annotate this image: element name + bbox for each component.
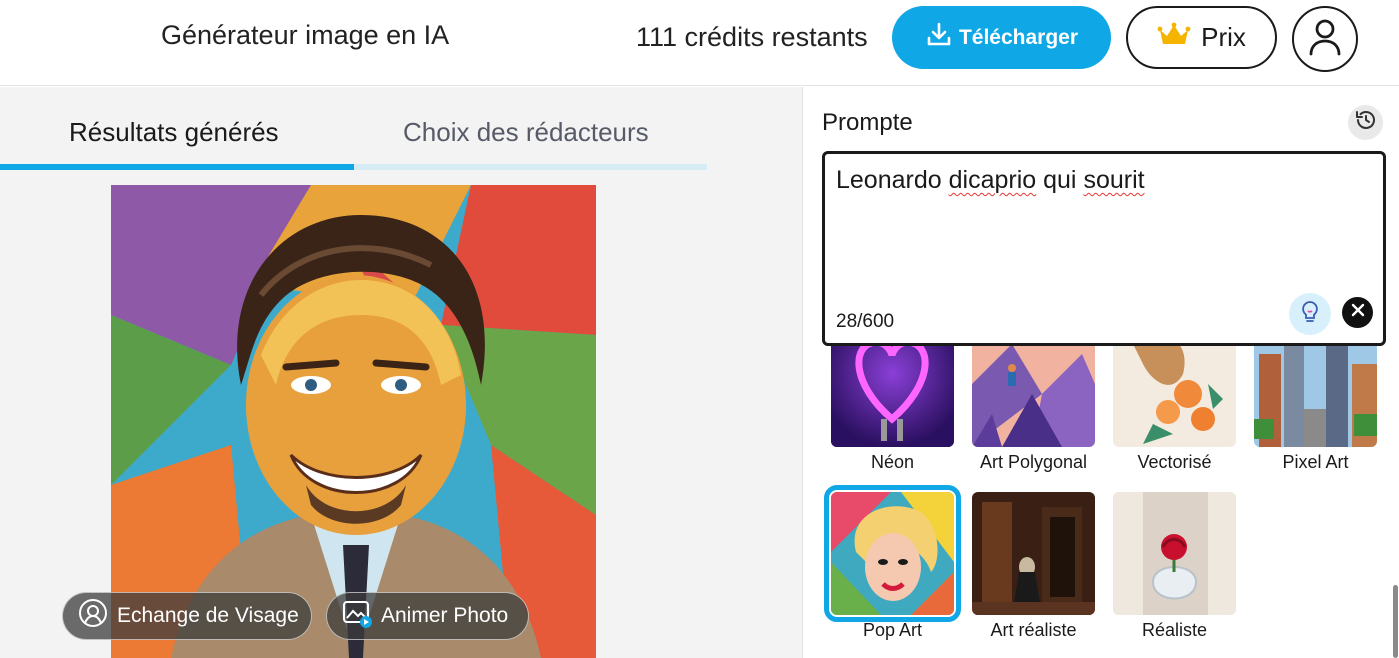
style-label: Pixel Art xyxy=(1282,452,1349,472)
download-button[interactable]: Télécharger xyxy=(892,6,1111,69)
scrollbar[interactable] xyxy=(1393,585,1398,658)
style-thumb xyxy=(972,492,1095,615)
style-label: Vectorisé xyxy=(1137,452,1212,472)
prompt-word-misspelled: sourit xyxy=(1083,166,1145,194)
app-title: Générateur image en IA xyxy=(161,20,450,50)
clear-prompt-button[interactable] xyxy=(1342,297,1373,328)
inspiration-button[interactable] xyxy=(1289,293,1331,335)
generated-image[interactable] xyxy=(111,185,596,658)
prompt-text: Leonardo dicaprio qui sourit xyxy=(836,166,1145,195)
style-label: Réaliste xyxy=(1141,620,1208,640)
top-bar: Générateur image en IA 111 crédits resta… xyxy=(0,0,1399,86)
character-count: 28/600 xyxy=(836,311,895,332)
animate-photo-label: Animer Photo xyxy=(381,604,509,627)
style-thumb xyxy=(1113,492,1236,615)
results-panel: Résultats générés Choix des rédacteurs E… xyxy=(0,87,802,658)
credits-remaining: 111 crédits restants xyxy=(636,22,868,52)
style-label: Art réaliste xyxy=(990,620,1077,640)
user-icon xyxy=(1308,18,1342,61)
account-button[interactable] xyxy=(1292,6,1358,72)
prompt-word-misspelled: dicaprio xyxy=(948,166,1037,194)
face-swap-button[interactable]: Echange de Visage xyxy=(62,592,312,640)
style-thumb xyxy=(824,485,961,622)
lightbulb-icon xyxy=(1297,299,1323,330)
prompt-word: qui xyxy=(1036,166,1084,194)
style-pop-art[interactable]: Pop Art xyxy=(824,485,961,640)
prompt-word: Leonardo xyxy=(836,166,949,194)
download-icon xyxy=(925,21,953,55)
close-icon xyxy=(1350,302,1366,323)
style-label: Pop Art xyxy=(862,620,923,640)
price-button[interactable]: Prix xyxy=(1126,6,1277,69)
animate-photo-icon xyxy=(341,597,373,635)
tab-editors-choice[interactable]: Choix des rédacteurs xyxy=(403,117,649,148)
price-label: Prix xyxy=(1201,22,1246,52)
style-label: Art Polygonal xyxy=(979,452,1088,472)
download-label: Télécharger xyxy=(958,25,1079,49)
tab-generated-results[interactable]: Résultats générés xyxy=(69,117,279,148)
animate-photo-button[interactable]: Animer Photo xyxy=(326,592,529,640)
prompt-textarea[interactable]: Leonardo dicaprio qui sourit 28/600 xyxy=(822,151,1386,346)
style-realistic[interactable]: Réaliste xyxy=(1107,492,1242,640)
face-swap-label: Echange de Visage xyxy=(117,604,299,627)
crown-icon xyxy=(1157,22,1191,53)
style-realistic-art[interactable]: Art réaliste xyxy=(966,492,1101,640)
face-swap-icon xyxy=(77,597,109,635)
tab-active-indicator xyxy=(0,164,354,170)
style-label: Néon xyxy=(870,452,915,472)
settings-panel: Prompte Néon Art Polygonal Vectorisé Pix… xyxy=(802,87,1399,658)
